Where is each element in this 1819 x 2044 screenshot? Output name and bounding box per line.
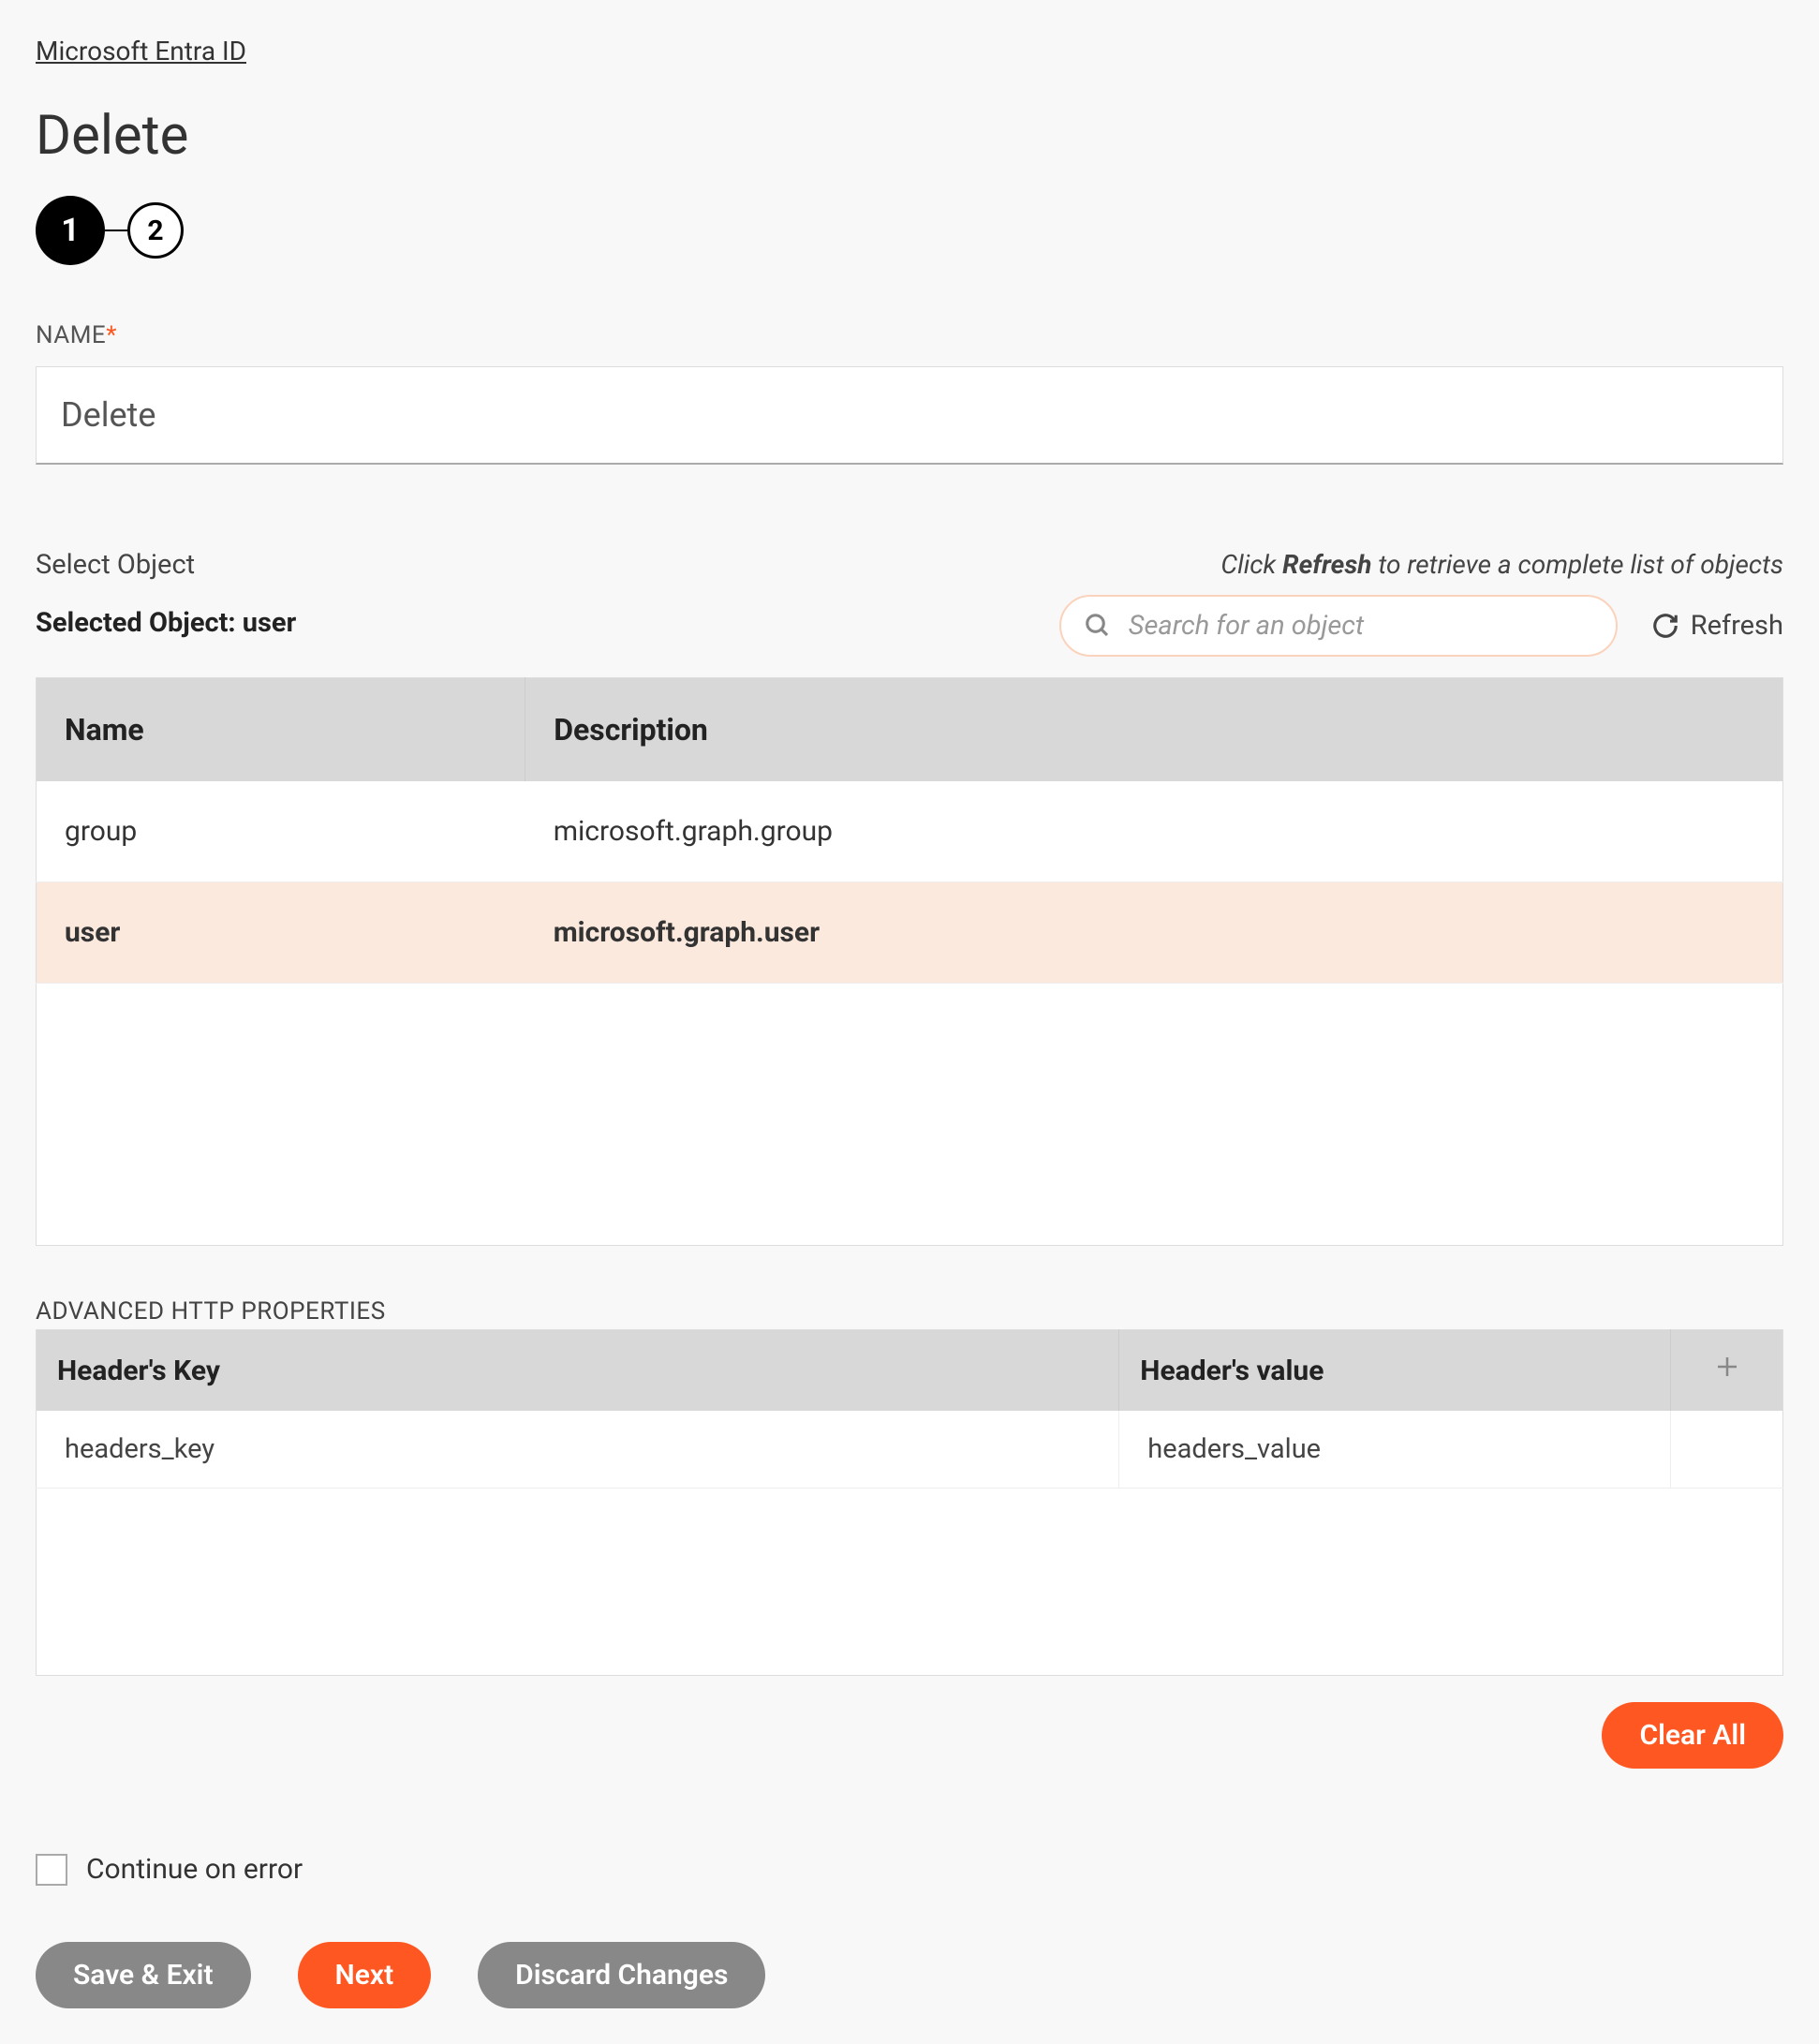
refresh-hint: Click Refresh to retrieve a complete lis…	[1220, 549, 1783, 580]
page-title: Delete	[36, 104, 1783, 168]
object-table: Name Description group microsoft.graph.g…	[36, 677, 1783, 1246]
save-exit-button[interactable]: Save & Exit	[36, 1942, 251, 2008]
headers-table: Header's Key Header's value headers_key …	[36, 1329, 1783, 1676]
add-header-cell[interactable]	[1671, 1330, 1783, 1412]
continue-on-error-checkbox[interactable]	[36, 1854, 67, 1886]
headers-row[interactable]: headers_key headers_value	[37, 1411, 1783, 1489]
col-description-header: Description	[525, 678, 1783, 782]
table-empty-area	[37, 984, 1783, 1246]
step-2[interactable]: 2	[127, 202, 184, 259]
advanced-http-label: ADVANCED HTTP PROPERTIES	[36, 1297, 1783, 1326]
headers-empty-area	[37, 1489, 1783, 1676]
step-1[interactable]: 1	[36, 196, 105, 265]
col-name-header: Name	[37, 678, 525, 782]
search-box[interactable]	[1059, 595, 1618, 657]
breadcrumb-link[interactable]: Microsoft Entra ID	[36, 36, 246, 67]
col-header-key: Header's Key	[37, 1330, 1119, 1412]
col-header-value: Header's value	[1119, 1330, 1671, 1412]
stepper: 1 2	[36, 196, 1783, 265]
select-object-label: Select Object	[36, 549, 296, 581]
continue-on-error-row[interactable]: Continue on error	[36, 1853, 1783, 1886]
stepper-line	[105, 230, 127, 231]
required-asterisk: *	[106, 321, 117, 349]
clear-all-button[interactable]: Clear All	[1602, 1702, 1783, 1769]
search-input[interactable]	[1129, 610, 1593, 642]
search-icon	[1084, 612, 1112, 640]
next-button[interactable]: Next	[298, 1942, 432, 2008]
selected-object-text: Selected Object: user	[36, 607, 296, 639]
discard-changes-button[interactable]: Discard Changes	[478, 1942, 765, 2008]
refresh-icon	[1651, 612, 1679, 640]
refresh-button[interactable]: Refresh	[1651, 610, 1783, 642]
table-row[interactable]: user microsoft.graph.user	[37, 882, 1783, 984]
name-input[interactable]	[36, 366, 1783, 465]
plus-icon	[1713, 1353, 1741, 1381]
continue-on-error-label: Continue on error	[86, 1853, 303, 1886]
table-row[interactable]: group microsoft.graph.group	[37, 781, 1783, 882]
name-field-label: NAME*	[36, 321, 1783, 349]
